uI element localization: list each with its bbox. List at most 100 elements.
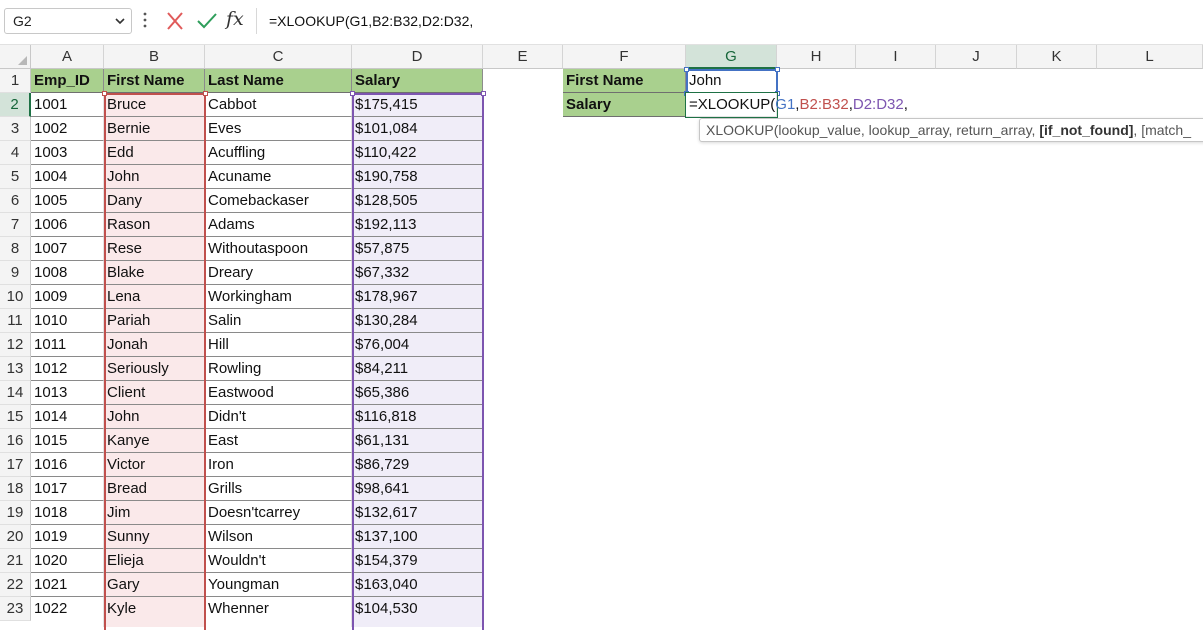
cell-emp-id[interactable]: 1016 — [31, 453, 104, 477]
cell-salary[interactable]: $154,379 — [352, 549, 483, 573]
row-header-4[interactable]: 4 — [0, 141, 31, 165]
cell-last-name[interactable]: Youngman — [205, 573, 352, 597]
column-header-l[interactable]: L — [1097, 45, 1203, 69]
name-box[interactable]: G2 — [4, 8, 132, 34]
row-header-6[interactable]: 6 — [0, 189, 31, 213]
row-header-23[interactable]: 23 — [0, 597, 31, 621]
cell-emp-id[interactable]: 1020 — [31, 549, 104, 573]
cell-salary[interactable]: $192,113 — [352, 213, 483, 237]
lookup-first-name-value[interactable]: John — [686, 69, 777, 93]
cell-first-name[interactable]: Edd — [104, 141, 205, 165]
header-last-name[interactable]: Last Name — [205, 69, 352, 93]
cell-salary[interactable]: $132,617 — [352, 501, 483, 525]
column-header-c[interactable]: C — [205, 45, 352, 69]
row-header-19[interactable]: 19 — [0, 501, 31, 525]
cell-last-name[interactable]: Withoutaspoon — [205, 237, 352, 261]
cell-emp-id[interactable]: 1008 — [31, 261, 104, 285]
header-emp-id[interactable]: Emp_ID — [31, 69, 104, 93]
cell-salary[interactable]: $175,415 — [352, 93, 483, 117]
cell-last-name[interactable]: Adams — [205, 213, 352, 237]
cell-last-name[interactable]: Wilson — [205, 525, 352, 549]
header-first-name[interactable]: First Name — [104, 69, 205, 93]
cell-salary[interactable]: $128,505 — [352, 189, 483, 213]
row-header-5[interactable]: 5 — [0, 165, 31, 189]
column-header-g[interactable]: G — [686, 45, 777, 69]
cell-salary[interactable]: $67,332 — [352, 261, 483, 285]
cell-first-name[interactable]: Elieja — [104, 549, 205, 573]
cell-first-name[interactable]: John — [104, 165, 205, 189]
cell-salary[interactable]: $86,729 — [352, 453, 483, 477]
cell-salary[interactable]: $98,641 — [352, 477, 483, 501]
cell-last-name[interactable]: Comebackaser — [205, 189, 352, 213]
row-header-1[interactable]: 1 — [0, 69, 31, 93]
cell-emp-id[interactable]: 1015 — [31, 429, 104, 453]
cell-salary[interactable]: $76,004 — [352, 333, 483, 357]
cell-first-name[interactable]: Kanye — [104, 429, 205, 453]
lookup-salary-formula-cell[interactable]: =XLOOKUP(G1,B2:B32,D2:D32, — [686, 93, 908, 117]
cell-last-name[interactable]: Wouldn't — [205, 549, 352, 573]
cell-overflow-row[interactable] — [104, 621, 205, 627]
cell-salary[interactable]: $190,758 — [352, 165, 483, 189]
cell-first-name[interactable]: Jonah — [104, 333, 205, 357]
column-header-d[interactable]: D — [352, 45, 483, 69]
cell-last-name[interactable]: Eves — [205, 117, 352, 141]
row-header-22[interactable]: 22 — [0, 573, 31, 597]
row-header-20[interactable]: 20 — [0, 525, 31, 549]
cell-first-name[interactable]: Kyle — [104, 597, 205, 621]
cell-salary[interactable]: $57,875 — [352, 237, 483, 261]
column-header-k[interactable]: K — [1017, 45, 1097, 69]
cell-first-name[interactable]: John — [104, 405, 205, 429]
cell-first-name[interactable]: Jim — [104, 501, 205, 525]
cell-emp-id[interactable]: 1002 — [31, 117, 104, 141]
cell-first-name[interactable]: Gary — [104, 573, 205, 597]
row-header-11[interactable]: 11 — [0, 309, 31, 333]
cell-first-name[interactable]: Sunny — [104, 525, 205, 549]
cell-last-name[interactable]: Eastwood — [205, 381, 352, 405]
cell-first-name[interactable]: Bread — [104, 477, 205, 501]
row-header-9[interactable]: 9 — [0, 261, 31, 285]
row-header-17[interactable]: 17 — [0, 453, 31, 477]
cell-emp-id[interactable]: 1013 — [31, 381, 104, 405]
cell-emp-id[interactable]: 1007 — [31, 237, 104, 261]
cell-last-name[interactable]: Grills — [205, 477, 352, 501]
cell-emp-id[interactable]: 1021 — [31, 573, 104, 597]
cell-overflow-row[interactable] — [352, 621, 483, 627]
cell-last-name[interactable]: East — [205, 429, 352, 453]
row-header-15[interactable]: 15 — [0, 405, 31, 429]
cell-last-name[interactable]: Salin — [205, 309, 352, 333]
row-header-3[interactable]: 3 — [0, 117, 31, 141]
cell-emp-id[interactable]: 1017 — [31, 477, 104, 501]
cell-emp-id[interactable]: 1009 — [31, 285, 104, 309]
cell-first-name[interactable]: Bruce — [104, 93, 205, 117]
cell-first-name[interactable]: Pariah — [104, 309, 205, 333]
cell-first-name[interactable]: Victor — [104, 453, 205, 477]
cell-emp-id[interactable]: 1012 — [31, 357, 104, 381]
cell-first-name[interactable]: Bernie — [104, 117, 205, 141]
chevron-down-icon[interactable] — [115, 9, 125, 42]
cell-last-name[interactable]: Dreary — [205, 261, 352, 285]
cell-salary[interactable]: $61,131 — [352, 429, 483, 453]
column-header-h[interactable]: H — [777, 45, 856, 69]
cell-salary[interactable]: $137,100 — [352, 525, 483, 549]
column-header-e[interactable]: E — [483, 45, 563, 69]
cell-salary[interactable]: $130,284 — [352, 309, 483, 333]
cell-last-name[interactable]: Doesn'tcarrey — [205, 501, 352, 525]
cell-last-name[interactable]: Whenner — [205, 597, 352, 621]
select-all-corner[interactable] — [0, 45, 31, 69]
cell-last-name[interactable]: Hill — [205, 333, 352, 357]
cancel-icon[interactable] — [166, 11, 184, 36]
cell-last-name[interactable]: Didn't — [205, 405, 352, 429]
cell-salary[interactable]: $116,818 — [352, 405, 483, 429]
cell-salary[interactable]: $84,211 — [352, 357, 483, 381]
lookup-first-name-label[interactable]: First Name — [563, 69, 686, 93]
column-header-f[interactable]: F — [563, 45, 686, 69]
row-header-8[interactable]: 8 — [0, 237, 31, 261]
cell-first-name[interactable]: Lena — [104, 285, 205, 309]
cell-emp-id[interactable]: 1014 — [31, 405, 104, 429]
row-header-14[interactable]: 14 — [0, 381, 31, 405]
cell-salary[interactable]: $163,040 — [352, 573, 483, 597]
row-header-13[interactable]: 13 — [0, 357, 31, 381]
row-header-21[interactable]: 21 — [0, 549, 31, 573]
cell-first-name[interactable]: Rason — [104, 213, 205, 237]
insert-function-icon[interactable]: fx — [226, 8, 244, 30]
